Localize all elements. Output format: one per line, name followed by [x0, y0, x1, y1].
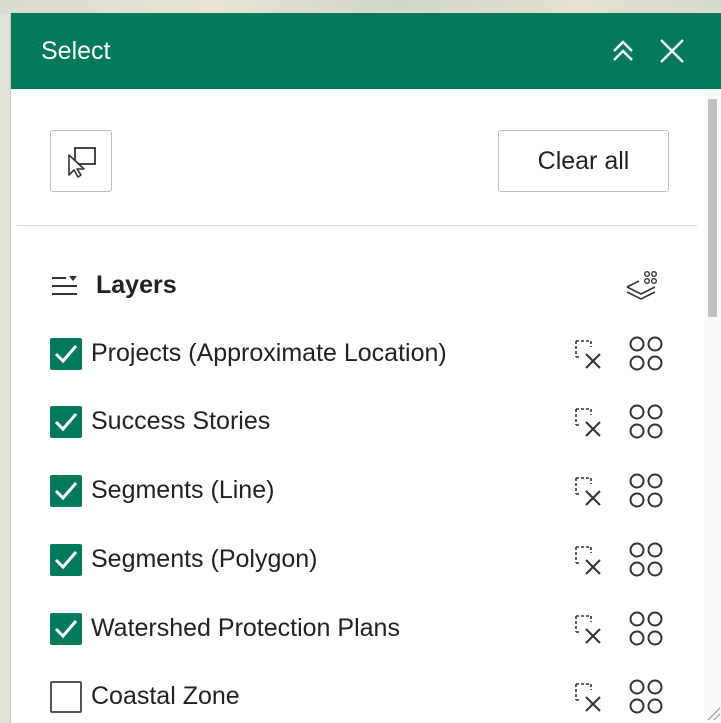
panel-title: Select	[41, 37, 111, 65]
resize-grip-icon[interactable]	[705, 705, 721, 723]
panel-header: Select	[11, 13, 721, 89]
layers-title: Layers	[96, 271, 177, 299]
scrollbar-thumb[interactable]	[708, 99, 717, 317]
map-background	[0, 0, 721, 14]
layer-actions-icon[interactable]	[628, 610, 664, 653]
divider	[17, 225, 697, 226]
clear-selection-icon[interactable]	[573, 474, 607, 513]
layer-label: Coastal Zone	[91, 682, 240, 710]
clear-all-button[interactable]: Clear all	[498, 130, 669, 192]
layer-row: Success Stories	[48, 402, 688, 442]
layer-actions-icon[interactable]	[628, 541, 664, 584]
checkmark-icon	[54, 482, 78, 501]
layer-actions-icon[interactable]	[628, 403, 664, 446]
layer-label: Segments (Line)	[91, 476, 275, 504]
double-chevron-up-icon[interactable]	[607, 35, 639, 67]
close-icon[interactable]	[656, 35, 688, 67]
layer-checkbox[interactable]	[50, 681, 82, 713]
layer-label: Projects (Approximate Location)	[91, 339, 447, 367]
list-options-icon[interactable]	[51, 275, 79, 302]
clear-selection-icon[interactable]	[573, 543, 607, 582]
layer-label: Success Stories	[91, 407, 271, 435]
layer-checkbox[interactable]	[50, 613, 82, 645]
layer-label: Watershed Protection Plans	[91, 614, 400, 642]
layer-actions-icon[interactable]	[628, 678, 664, 721]
layer-checkbox[interactable]	[50, 475, 82, 507]
clear-selection-icon[interactable]	[573, 405, 607, 444]
select-panel: Select Clear all Layers Projects (Approx…	[10, 13, 721, 723]
select-tool-button[interactable]	[50, 130, 112, 192]
layers-select-options-icon[interactable]	[623, 269, 663, 308]
layer-row: Coastal Zone	[48, 677, 688, 717]
select-by-pointer-icon	[68, 147, 96, 178]
layer-row: Watershed Protection Plans	[48, 609, 688, 649]
layer-row: Segments (Line)	[48, 471, 688, 511]
layer-checkbox[interactable]	[50, 406, 82, 438]
checkmark-icon	[54, 345, 78, 364]
clear-selection-icon[interactable]	[573, 680, 607, 719]
layer-row: Segments (Polygon)	[48, 540, 688, 580]
checkmark-icon	[54, 413, 78, 432]
layer-checkbox[interactable]	[50, 544, 82, 576]
checkmark-icon	[54, 620, 78, 639]
layer-actions-icon[interactable]	[628, 335, 664, 378]
layer-row: Projects (Approximate Location)	[48, 334, 688, 374]
clear-selection-icon[interactable]	[573, 337, 607, 376]
layer-actions-icon[interactable]	[628, 472, 664, 515]
clear-selection-icon[interactable]	[573, 612, 607, 651]
checkmark-icon	[54, 551, 78, 570]
layer-label: Segments (Polygon)	[91, 545, 318, 573]
layer-checkbox[interactable]	[50, 338, 82, 370]
